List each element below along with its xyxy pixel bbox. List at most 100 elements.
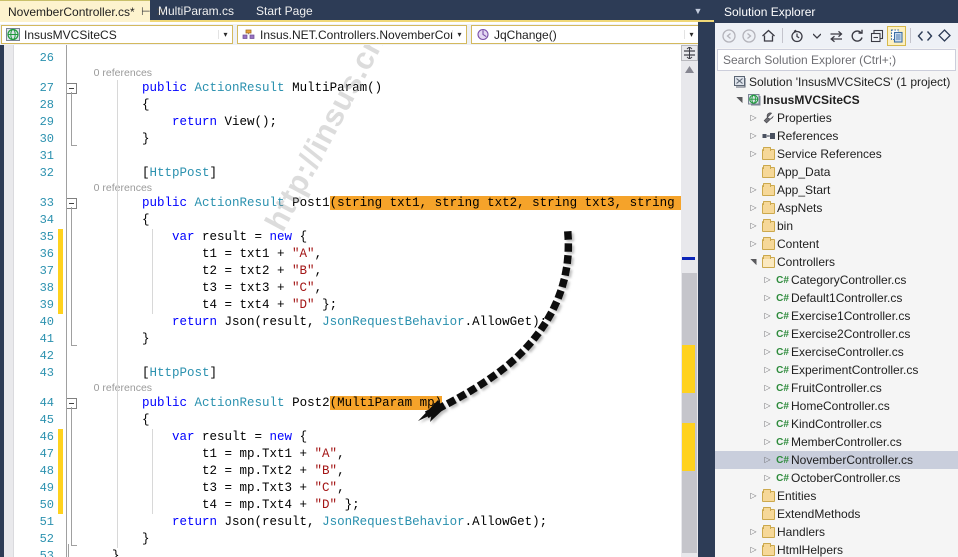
vertical-scrollbar[interactable] (681, 45, 698, 557)
tree-item[interactable]: Solution 'InsusMVCSiteCS' (1 project) (715, 73, 958, 91)
code-line[interactable]: t1 = mp.Txt1 + "A", (82, 446, 345, 463)
code-line[interactable]: return Json(result, JsonRequestBehavior.… (82, 314, 547, 331)
code-line[interactable]: [HttpPost] (82, 365, 217, 382)
tree-item[interactable]: ▷ C# ExerciseController.cs (715, 343, 958, 361)
chevron-right-icon[interactable]: ▷ (747, 487, 760, 505)
code-line[interactable]: } (82, 548, 120, 557)
forward-icon[interactable] (739, 26, 758, 46)
codelens-reference-count[interactable]: 0 references (82, 67, 152, 80)
tree-item[interactable]: ▷ C# HomeController.cs (715, 397, 958, 415)
tree-item[interactable]: ▷ App_Start (715, 181, 958, 199)
chevron-right-icon[interactable]: ▷ (747, 145, 760, 163)
refresh-icon[interactable] (847, 26, 866, 46)
chevron-right-icon[interactable]: ▷ (761, 343, 774, 361)
code-line[interactable]: } (82, 331, 150, 348)
code-line[interactable]: t1 = txt1 + "A", (82, 246, 322, 263)
chevron-right-icon[interactable]: ▷ (747, 217, 760, 235)
code-editor-surface[interactable]: 26 27 28 29 30 31 32 33 34 35 36 37 38 39 40 41 42 43 44 45… (0, 45, 714, 557)
code-line[interactable]: t3 = mp.Txt3 + "C", (82, 480, 345, 497)
chevron-down-icon[interactable]: ◢ (731, 94, 749, 107)
tree-item[interactable]: ▷ C# Exercise2Controller.cs (715, 325, 958, 343)
chevron-right-icon[interactable]: ▷ (761, 325, 774, 343)
code-line[interactable]: { (82, 412, 150, 429)
code-line[interactable]: return View(); (82, 114, 277, 131)
chevron-right-icon[interactable]: ▷ (747, 541, 760, 557)
tree-item[interactable]: ▷ bin (715, 217, 958, 235)
tree-item[interactable]: ▷ C# KindController.cs (715, 415, 958, 433)
code-line[interactable]: { (82, 212, 150, 229)
tree-item[interactable]: ▷ Service References (715, 145, 958, 163)
chevron-down-icon[interactable]: ▾ (218, 30, 232, 39)
tree-item[interactable]: ExtendMethods (715, 505, 958, 523)
code-line[interactable]: public ActionResult Post1(string txt1, s… (82, 195, 714, 212)
tree-item[interactable]: ▷ AspNets (715, 199, 958, 217)
chevron-down-icon[interactable]: ▾ (452, 30, 466, 39)
type-dropdown[interactable]: Insus.NET.Controllers.NovemberCont ▾ (237, 25, 467, 44)
tree-item[interactable]: ◢ Controllers (715, 253, 958, 271)
project-dropdown[interactable]: InsusMVCSiteCS ▾ (1, 25, 233, 44)
tree-item[interactable]: ▷ C# FruitController.cs (715, 379, 958, 397)
chevron-down-icon[interactable]: ▾ (684, 30, 698, 39)
tree-item-selected[interactable]: ▷ C# NovemberController.cs (715, 451, 958, 469)
solution-tree[interactable]: Solution 'InsusMVCSiteCS' (1 project) ◢ In… (715, 73, 958, 557)
code-line[interactable]: t4 = txt4 + "D" }; (82, 297, 337, 314)
editor-splitter-handle[interactable] (681, 45, 698, 61)
back-icon[interactable] (719, 26, 738, 46)
show-all-files-icon[interactable] (887, 25, 906, 46)
collapse-all-icon[interactable] (867, 26, 886, 46)
tree-item[interactable]: ▷ Handlers (715, 523, 958, 541)
code-line[interactable]: [HttpPost] (82, 165, 217, 182)
pending-changes-icon[interactable] (787, 26, 806, 46)
chevron-right-icon[interactable]: ▷ (747, 199, 760, 217)
tree-item[interactable]: ▷ C# Exercise1Controller.cs (715, 307, 958, 325)
chevron-right-icon[interactable]: ▷ (761, 397, 774, 415)
chevron-down-icon[interactable] (807, 26, 826, 46)
tree-item[interactable]: ▷ Content (715, 235, 958, 253)
scrollbar-thumb[interactable] (682, 273, 697, 553)
code-line[interactable]: { (82, 97, 150, 114)
tree-item[interactable]: ▷ C# Default1Controller.cs (715, 289, 958, 307)
code-line[interactable]: } (82, 131, 150, 148)
chevron-right-icon[interactable]: ▷ (747, 181, 760, 199)
sync-with-active-document-icon[interactable] (827, 26, 846, 46)
tree-item[interactable]: App_Data (715, 163, 958, 181)
properties-icon[interactable] (935, 26, 954, 46)
pin-icon[interactable]: ⊣ (141, 5, 151, 18)
code-line[interactable]: return Json(result, JsonRequestBehavior.… (82, 514, 547, 531)
chevron-right-icon[interactable]: ▷ (761, 289, 774, 307)
chevron-right-icon[interactable]: ▷ (747, 109, 760, 127)
chevron-right-icon[interactable]: ▷ (761, 469, 774, 487)
outlining-margin[interactable] (63, 45, 81, 557)
code-line[interactable]: t3 = txt3 + "C", (82, 280, 322, 297)
chevron-right-icon[interactable]: ▷ (747, 523, 760, 541)
code-line[interactable]: public ActionResult MultiParam() (82, 80, 382, 97)
tree-item[interactable]: ◢ InsusMVCSiteCS (715, 91, 958, 109)
code-line[interactable]: public ActionResult Post2(MultiParam mp) (82, 395, 443, 412)
code-line[interactable]: t2 = txt2 + "B", (82, 263, 322, 280)
chevron-right-icon[interactable]: ▷ (747, 235, 760, 253)
chevron-right-icon[interactable]: ▷ (761, 307, 774, 325)
chevron-right-icon[interactable]: ▷ (761, 361, 774, 379)
tree-item[interactable]: ▷ C# MemberController.cs (715, 433, 958, 451)
code-text[interactable]: 0 references public ActionResult MultiPa… (82, 45, 714, 557)
tree-item[interactable]: ▷ Properties (715, 109, 958, 127)
chevron-down-icon[interactable]: ◢ (745, 256, 763, 269)
code-line[interactable]: var result = new { (82, 429, 307, 446)
tree-item[interactable]: ▷ HtmlHelpers (715, 541, 958, 557)
member-dropdown[interactable]: JqChange() ▾ (471, 25, 699, 44)
chevron-right-icon[interactable]: ▷ (761, 415, 774, 433)
tree-item[interactable]: ▷ References (715, 127, 958, 145)
tree-item[interactable]: ▷ Entities (715, 487, 958, 505)
code-line[interactable]: t4 = mp.Txt4 + "D" }; (82, 497, 360, 514)
chevron-right-icon[interactable]: ▷ (761, 379, 774, 397)
tree-item[interactable]: ▷ C# ExperimentController.cs (715, 361, 958, 379)
search-input[interactable]: Search Solution Explorer (Ctrl+;) (717, 49, 956, 71)
code-line[interactable]: t2 = mp.Txt2 + "B", (82, 463, 345, 480)
code-line[interactable]: } (82, 531, 150, 548)
tab-november-controller[interactable]: NovemberController.cs* ⊣ ✕ (0, 0, 165, 22)
tab-start-page[interactable]: Start Page (248, 0, 338, 22)
chevron-right-icon[interactable]: ▷ (761, 271, 774, 289)
scroll-up-arrow[interactable] (681, 62, 698, 77)
home-icon[interactable] (759, 26, 778, 46)
chevron-right-icon[interactable]: ▷ (761, 451, 774, 469)
